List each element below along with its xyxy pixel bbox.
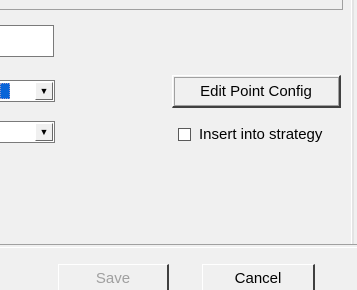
point-combo[interactable]: ▼ [0, 80, 55, 102]
footer-divider [0, 244, 357, 248]
insert-into-strategy-row[interactable]: Insert into strategy [178, 126, 322, 143]
type-combo[interactable]: ▼ [0, 121, 55, 143]
cancel-button[interactable]: Cancel [202, 264, 315, 290]
right-edge [351, 0, 354, 244]
insert-into-strategy-label: Insert into strategy [199, 126, 323, 143]
chevron-down-icon[interactable]: ▼ [35, 82, 53, 100]
insert-into-strategy-checkbox[interactable] [178, 128, 191, 141]
top-frame [0, 0, 343, 10]
chevron-down-icon[interactable]: ▼ [35, 123, 53, 141]
edit-point-config-button[interactable]: Edit Point Config [172, 75, 341, 108]
combo-selection [0, 83, 10, 99]
save-button[interactable]: Save [58, 264, 169, 290]
text-field[interactable] [0, 25, 54, 57]
